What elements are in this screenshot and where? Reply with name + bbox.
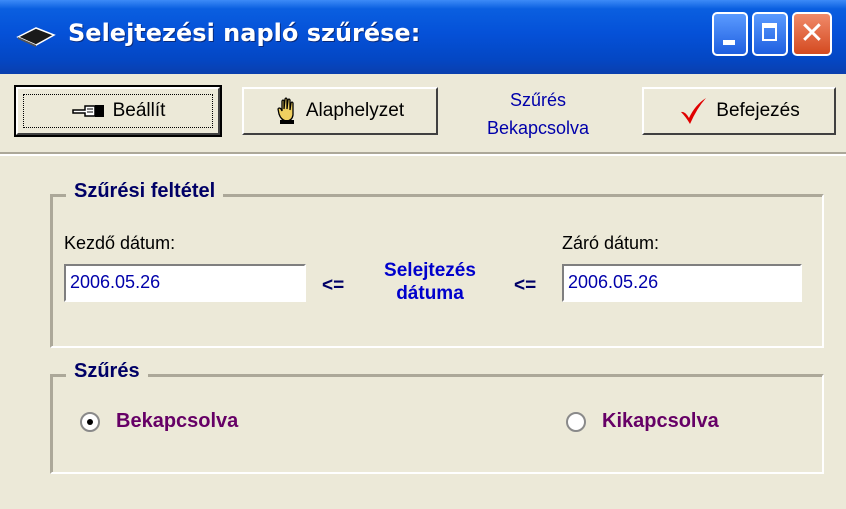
finish-label: Befejezés (716, 100, 800, 121)
apply-button[interactable]: Beállít (14, 85, 222, 137)
finish-button[interactable]: Befejezés (642, 87, 836, 135)
filter-off-label: Kikapcsolva (602, 410, 719, 432)
filter-status-line1: Szűrés (509, 90, 567, 110)
filter-status-line2: Bekapcsolva (486, 118, 590, 138)
maximize-icon (762, 23, 777, 41)
arrow-left: <= (322, 275, 345, 296)
raised-hand-icon (276, 97, 298, 125)
close-icon: ✕ (799, 16, 825, 51)
filter-off-radio[interactable]: Kikapcsolva (566, 410, 719, 433)
reset-button[interactable]: Alaphelyzet (242, 87, 438, 135)
selection-date-line1: Selejtezés (384, 260, 476, 281)
radio-unselected-icon (566, 411, 586, 432)
arrow-right: <= (514, 275, 537, 296)
filter-on-label: Bekapcsolva (116, 410, 239, 432)
start-date-label: Kezdő dátum: (64, 233, 176, 253)
end-date-input[interactable]: 2006.05.26 (562, 264, 802, 302)
close-button[interactable]: ✕ (792, 12, 832, 56)
title-bar[interactable]: Selejtezési napló szűrése: ✕ (0, 0, 846, 74)
radio-selected-icon (80, 411, 100, 432)
filter-legend: Szűrés (66, 360, 148, 383)
criteria-legend: Szűrési feltétel (66, 180, 224, 203)
selection-date-line2: dátuma (396, 283, 464, 304)
filter-status: Szűrés Bekapcsolva (456, 86, 620, 142)
minimize-button[interactable] (712, 12, 748, 56)
box-icon (16, 27, 56, 47)
filter-on-radio[interactable]: Bekapcsolva (80, 410, 238, 433)
start-date-input[interactable]: 2006.05.26 (64, 264, 306, 302)
maximize-button[interactable] (752, 12, 788, 56)
reset-label: Alaphelyzet (305, 100, 405, 121)
selection-date-label: Selejtezés dátuma (370, 259, 490, 305)
focus-rect (23, 94, 213, 128)
minimize-icon (723, 40, 735, 45)
checkmark-icon (678, 96, 708, 126)
window-title: Selejtezési napló szűrése: (68, 19, 421, 47)
toolbar: Beállít Alaphelyzet Befejezés (0, 74, 846, 154)
end-date-label: Záró dátum: (562, 233, 660, 253)
